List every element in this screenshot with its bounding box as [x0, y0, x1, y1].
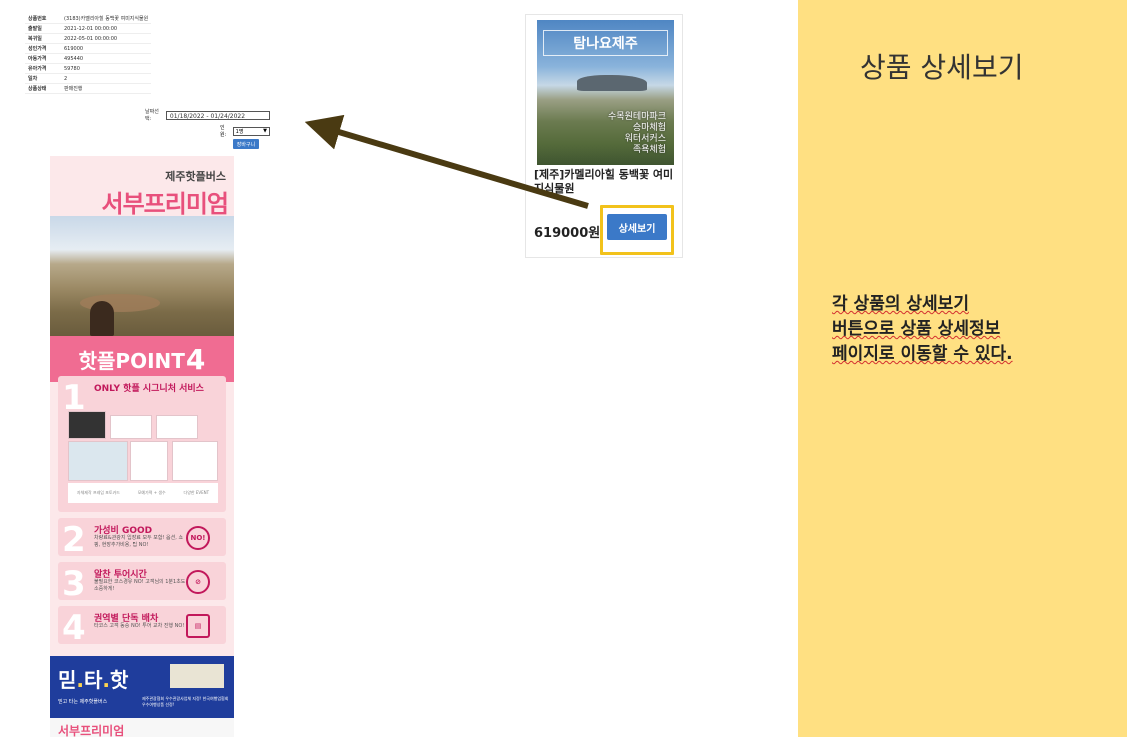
product-image-lines: 수목원테마파크 승마체험 워터서커스 족욕체험 [608, 112, 666, 155]
product-image: 탐나요제주 수목원테마파크 승마체험 워터서커스 족욕체험 [537, 20, 674, 165]
poster-landscape-photo [50, 216, 234, 336]
people-label: 인원: [220, 125, 227, 138]
table-row: 상품번호 (3183)카멜리아힐 동백꽃 여미지식물원 [25, 14, 152, 24]
note-body: 각 상품의 상세보기 버튼으로 상품 상세정보 페이지로 이동할 수 있다. [832, 294, 1013, 364]
table-row: 아동가격 495440 [25, 53, 152, 64]
table-row: 복귀일 2022-05-01 00:00:00 [25, 33, 152, 44]
view-detail-button[interactable]: 상세보기 [607, 214, 667, 240]
table-row: 일차 2 [25, 73, 152, 84]
product-price: 619000원 [534, 226, 601, 241]
table-row: 유아가격 59780 [25, 63, 152, 74]
product-detail-screenshot: 상품번호 (3183)카멜리아힐 동백꽃 여미지식물원 출발일 2021-12-01… [20, 0, 270, 737]
people-select-value: 1명 [235, 128, 244, 135]
coupon-image [110, 415, 152, 439]
product-info-table: 상품번호 (3183)카멜리아힐 동백꽃 여미지식물원 출발일 2021-12-01… [25, 14, 152, 94]
point-card: 1 ONLY 핫플 시그니처 서비스 자체제작 프레임 포토카드 모예가떡 + … [58, 376, 226, 512]
table-row: 출발일 2021-12-01 00:00:00 [25, 23, 152, 34]
poster-big-title: 서부프리미엄 [101, 190, 229, 218]
date-label: 날짜선택: [145, 109, 159, 122]
event-image [172, 441, 218, 481]
no-detour-icon: ⊘ [186, 570, 210, 594]
product-image-title: 탐나요제주 [543, 30, 668, 56]
note-panel: 상품 상세보기 각 상품의 상세보기 버튼으로 상품 상세정보 페이지로 이동할… [798, 0, 1127, 737]
photo-card-image [68, 441, 128, 481]
snack-water-image [130, 441, 168, 481]
calendar-image [68, 411, 106, 439]
point-card: 2 가성비 GOOD 차량료&관광지 입장료 모두 포함! 옵션, 쇼핑, 현장… [58, 518, 226, 560]
date-range-input[interactable]: 01/18/2022 - 01/24/2022 [165, 110, 270, 120]
point-card: 3 알찬 투어시간 불필요한 코스경유 NO! 고객님의 1분1초도 소중하게!… [58, 562, 226, 604]
no-extra-cost-icon: NO! [186, 526, 210, 550]
trust-logo: 믿.타.핫 [58, 668, 129, 692]
bus-icon: ▤ [186, 614, 210, 638]
date-picker-row: 날짜선택: 01/18/2022 - 01/24/2022 [145, 108, 270, 122]
chevron-down-icon: ▼ [263, 128, 267, 134]
people-select-row: 인원: 1명 ▼ [220, 124, 270, 138]
product-poster: 제주핫플버스 서부프리미엄 핫플POINT 4 1 ONLY 핫플 시그니처 서비… [50, 156, 234, 737]
poster-small-title: 제주핫플버스 [165, 170, 226, 183]
voucher-image [156, 415, 198, 439]
point-card: 4 권역별 단독 배차 타코스 고객 동승 NO! 투어 교차 진행 NO! ▤ [58, 606, 226, 648]
add-to-cart-button[interactable]: 장바구니 [233, 139, 259, 149]
product-card: 탐나요제주 수목원테마파크 승마체험 워터서커스 족욕체험 [제주]카멜리아힐 … [525, 14, 683, 258]
table-row: 상품상태 판매진행 [25, 83, 152, 94]
trust-banner: 믿.타.핫 믿고 타는 제주핫플버스 제주관광협회 우수관광사업체 지정! 한국… [50, 656, 234, 718]
table-row: 성인가격 619000 [25, 43, 152, 54]
note-title: 상품 상세보기 [860, 51, 1024, 84]
people-select[interactable]: 1명 ▼ [232, 126, 270, 136]
poster-bottom-strip: 서부프리미엄 [50, 718, 234, 737]
product-name: [제주]카멜리아힐 동백꽃 여미지식물원 [534, 168, 674, 195]
certificate-images [170, 664, 224, 688]
